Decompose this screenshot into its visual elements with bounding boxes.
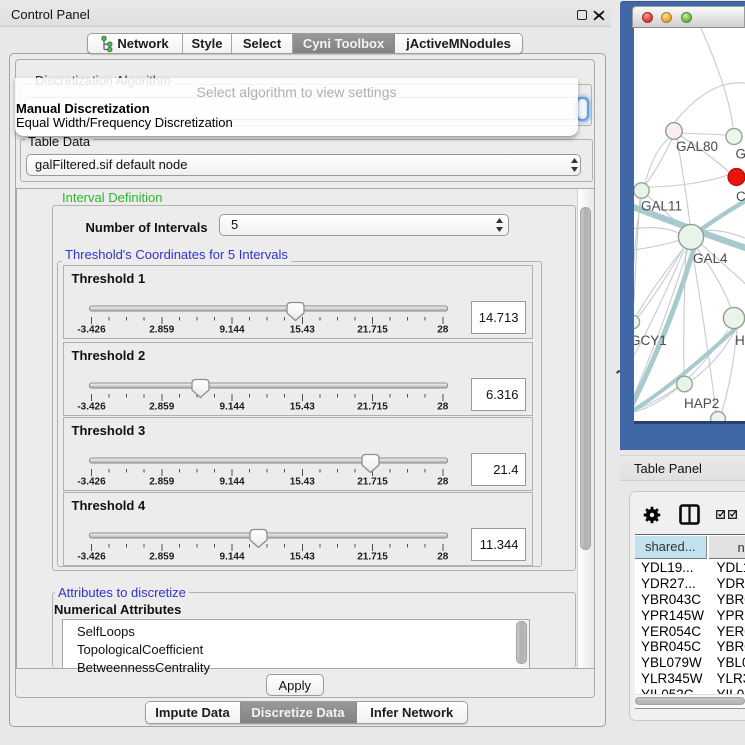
svg-text:21.715: 21.715 (357, 402, 388, 413)
svg-text:15.43: 15.43 (289, 325, 314, 336)
svg-text:15.43: 15.43 (289, 402, 314, 413)
svg-text:GAL4: GAL4 (693, 251, 728, 266)
svg-text:28: 28 (437, 477, 449, 488)
svg-text:21.715: 21.715 (357, 552, 388, 563)
svg-text:GAL80: GAL80 (676, 139, 718, 154)
svg-text:9.144: 9.144 (219, 402, 244, 413)
svg-text:HAP2: HAP2 (684, 396, 719, 411)
svg-text:9.144: 9.144 (219, 477, 244, 488)
svg-text:-3.426: -3.426 (77, 325, 106, 336)
svg-text:9.144: 9.144 (219, 552, 244, 563)
svg-text:9.144: 9.144 (219, 325, 244, 336)
svg-text:-3.426: -3.426 (77, 402, 106, 413)
svg-text:28: 28 (437, 325, 449, 336)
svg-text:-3.426: -3.426 (77, 477, 106, 488)
svg-text:15.43: 15.43 (289, 477, 314, 488)
svg-text:2.859: 2.859 (149, 477, 174, 488)
svg-text:GAL11: GAL11 (641, 199, 682, 214)
svg-text:15.43: 15.43 (289, 552, 314, 563)
svg-text:2.859: 2.859 (149, 552, 174, 563)
svg-text:28: 28 (437, 402, 449, 413)
svg-text:21.715: 21.715 (357, 325, 388, 336)
svg-text:-3.426: -3.426 (77, 552, 106, 563)
svg-text:28: 28 (437, 552, 449, 563)
svg-text:GA: GA (736, 147, 745, 162)
svg-text:C: C (736, 189, 745, 204)
svg-text:2.859: 2.859 (149, 325, 174, 336)
svg-text:2.859: 2.859 (149, 402, 174, 413)
svg-text:GCY1: GCY1 (634, 333, 667, 348)
svg-text:H: H (735, 333, 745, 348)
svg-text:21.715: 21.715 (357, 477, 388, 488)
